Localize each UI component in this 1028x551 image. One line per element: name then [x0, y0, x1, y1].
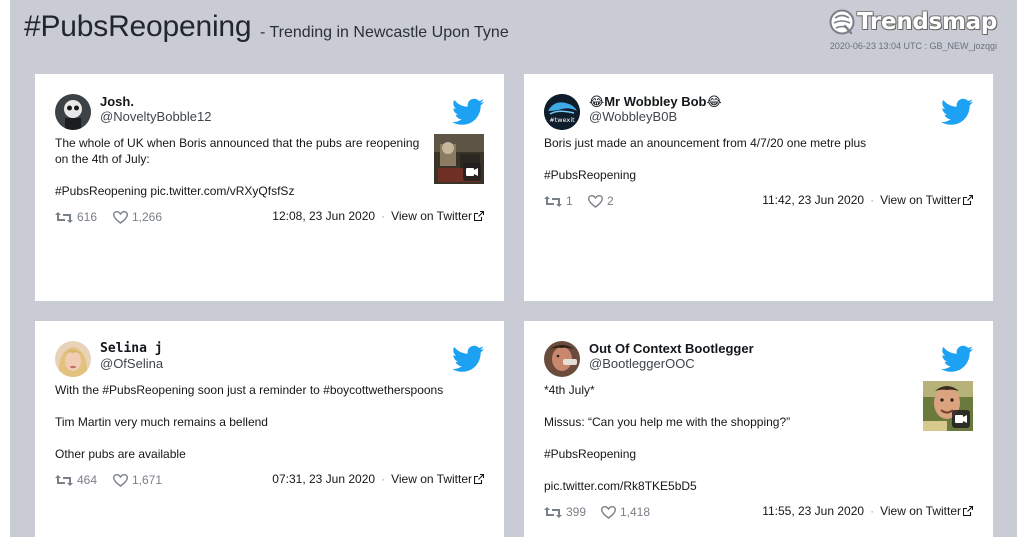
tweet-line[interactable]: pic.twitter.com/Rk8TKE5bD5	[544, 478, 916, 494]
avatar[interactable]	[55, 94, 91, 130]
retweet-count-value: 1	[566, 194, 573, 208]
like-count-value: 1,418	[620, 505, 651, 519]
twitter-bird-icon[interactable]	[452, 345, 484, 373]
heart-icon	[588, 194, 603, 208]
tweet-line: Boris just made an anouncement from 4/7/…	[544, 136, 867, 150]
user-handle[interactable]: @WobbleyB0B	[589, 109, 677, 124]
trendsmap-globe-icon	[829, 9, 855, 35]
like-count-value: 1,266	[132, 210, 163, 224]
heart-icon	[113, 473, 128, 487]
user-display-name[interactable]: 😂Mr Wobbley Bob😂	[589, 94, 722, 110]
tweet-line[interactable]: #PubsReopening	[544, 446, 916, 462]
tweet-timestamp[interactable]: 12:08, 23 Jun 2020	[272, 209, 375, 223]
view-on-twitter-link[interactable]: View on Twitter	[391, 209, 484, 223]
retweet-count-value: 616	[77, 210, 98, 224]
tweet-time-and-link: 12:08, 23 Jun 2020 · View on Twitter	[272, 209, 484, 223]
retweet-count[interactable]: 616	[55, 210, 97, 224]
tweet-line[interactable]: #PubsReopening pic.twitter.com/vRXyQfsfS…	[55, 183, 427, 199]
tweet-card: Selina j @OfSelina With the #PubsReopeni…	[35, 321, 504, 551]
tweet-line: The whole of UK when Boris announced tha…	[55, 136, 420, 166]
view-on-twitter-label: View on Twitter	[880, 193, 961, 207]
tweet-line: *4th July*	[544, 383, 595, 397]
retweet-count[interactable]: 464	[55, 473, 97, 487]
separator-dot: ·	[870, 193, 875, 207]
retweet-icon	[55, 474, 73, 486]
separator-dot: ·	[381, 472, 386, 486]
tweet-timestamp[interactable]: 07:31, 23 Jun 2020	[272, 472, 375, 486]
tweet-line: Tim Martin very much remains a bellend	[55, 415, 268, 429]
external-link-icon	[474, 211, 484, 221]
like-count-value: 2	[607, 194, 614, 208]
user-handle[interactable]: @NoveltyBobble12	[100, 109, 211, 124]
tweet-text: With the #PubsReopening soon just a remi…	[55, 382, 485, 462]
external-link-icon	[963, 506, 973, 516]
trendsmap-wordmark: Trendsmap	[857, 9, 997, 35]
user-display-name[interactable]: Josh.	[100, 94, 134, 109]
retweet-count[interactable]: 1	[544, 194, 573, 208]
external-link-icon	[963, 195, 973, 205]
like-count[interactable]: 1,671	[113, 473, 162, 487]
tweet-time-and-link: 07:31, 23 Jun 2020 · View on Twitter	[272, 472, 484, 486]
tweet-line[interactable]: #PubsReopening	[544, 167, 974, 183]
retweet-icon	[55, 211, 73, 223]
tweet-line: Missus: “Can you help me with the shoppi…	[544, 415, 791, 429]
tweet-media-thumbnail[interactable]	[923, 381, 973, 431]
snapshot-timestamp: 2020-06-23 13:04 UTC : GB_NEW_jozqgi	[829, 41, 997, 51]
user-handle[interactable]: @BootleggerOOC	[589, 356, 695, 371]
like-count[interactable]: 1,266	[113, 210, 162, 224]
retweet-icon	[544, 195, 562, 207]
separator-dot: ·	[870, 504, 875, 518]
separator-dot: ·	[381, 209, 386, 223]
tweet-text: *4th July* Missus: “Can you help me with…	[544, 382, 916, 494]
user-display-name[interactable]: Out Of Context Bootlegger	[589, 341, 754, 356]
hashtag-title[interactable]: #PubsReopening	[24, 10, 252, 44]
twitter-bird-icon[interactable]	[941, 345, 973, 373]
retweet-count-value: 399	[566, 505, 587, 519]
tweet-card: #twexit 😂Mr Wobbley Bob😂 @WobbleyB0B Bor…	[524, 74, 993, 301]
user-handle[interactable]: @OfSelina	[100, 356, 163, 371]
twitter-bird-icon[interactable]	[452, 98, 484, 126]
avatar[interactable]: #twexit	[544, 94, 580, 130]
view-on-twitter-label: View on Twitter	[391, 472, 472, 486]
heart-icon	[113, 210, 128, 224]
view-on-twitter-link[interactable]: View on Twitter	[880, 193, 973, 207]
heart-icon	[601, 505, 616, 519]
view-on-twitter-label: View on Twitter	[880, 504, 961, 518]
twitter-bird-icon[interactable]	[941, 98, 973, 126]
tweet-media-thumbnail[interactable]	[434, 134, 484, 184]
tweet-meta: 616 1,266 12:08, 23 Jun 2020 · View on T…	[55, 209, 484, 227]
avatar[interactable]	[544, 341, 580, 377]
tweet-line: Other pubs are available	[55, 447, 186, 461]
tweet-timestamp[interactable]: 11:55, 23 Jun 2020	[762, 504, 864, 518]
external-link-icon	[474, 474, 484, 484]
like-count-value: 1,671	[132, 473, 163, 487]
trendsmap-logo[interactable]: Trendsmap	[829, 6, 997, 38]
view-on-twitter-label: View on Twitter	[391, 209, 472, 223]
retweet-icon	[544, 506, 562, 518]
tweet-time-and-link: 11:42, 23 Jun 2020 · View on Twitter	[762, 193, 973, 207]
tweet-meta: 399 1,418 11:55, 23 Jun 2020 · View on T…	[544, 504, 973, 522]
tweet-time-and-link: 11:55, 23 Jun 2020 · View on Twitter	[762, 504, 973, 518]
view-on-twitter-link[interactable]: View on Twitter	[880, 504, 973, 518]
like-count[interactable]: 2	[588, 194, 614, 208]
tweet-timestamp[interactable]: 11:42, 23 Jun 2020	[762, 193, 864, 207]
tweet-card: Josh. @NoveltyBobble12 The whole of UK w…	[35, 74, 504, 301]
retweet-count-value: 464	[77, 473, 98, 487]
tweet-line: With the #PubsReopening soon just a remi…	[55, 383, 444, 397]
avatar[interactable]	[55, 341, 91, 377]
tweet-text: Boris just made an anouncement from 4/7/…	[544, 135, 974, 183]
tweet-meta: 464 1,671 07:31, 23 Jun 2020 · View on T…	[55, 472, 484, 490]
trending-location-subtitle: - Trending in Newcastle Upon Tyne	[260, 24, 509, 41]
tweet-meta: 1 2 11:42, 23 Jun 2020 · View on Twitter	[544, 193, 973, 211]
tweet-card: Out Of Context Bootlegger @BootleggerOOC…	[524, 321, 993, 551]
avatar-label: #twexit	[549, 116, 575, 124]
page-background: #PubsReopening - Trending in Newcastle U…	[10, 0, 1017, 551]
like-count[interactable]: 1,418	[601, 505, 650, 519]
user-display-name[interactable]: Selina j	[100, 341, 163, 356]
retweet-count[interactable]: 399	[544, 505, 586, 519]
view-on-twitter-link[interactable]: View on Twitter	[391, 472, 484, 486]
tweet-text: The whole of UK when Boris announced tha…	[55, 135, 427, 199]
